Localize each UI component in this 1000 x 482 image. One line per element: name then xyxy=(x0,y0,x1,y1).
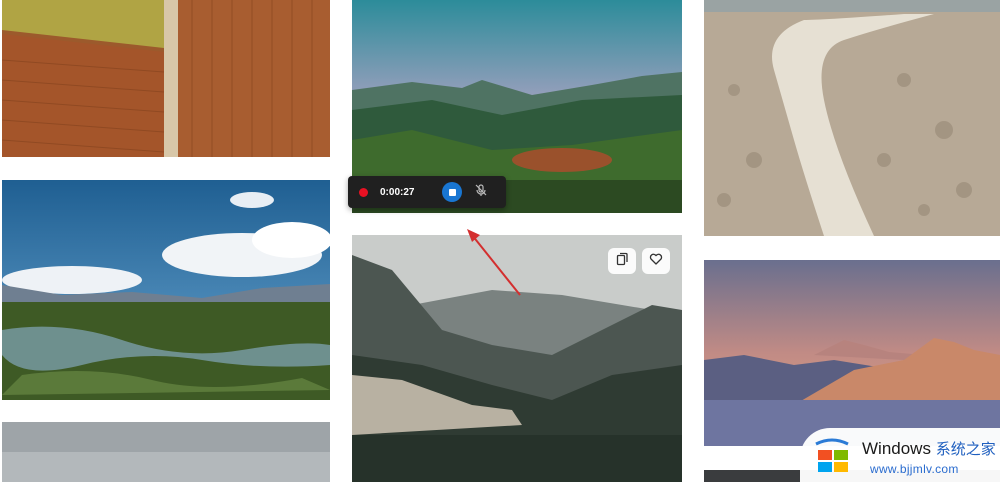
windows-logo-icon xyxy=(812,436,854,481)
watermark-url: www.bjjmlv.com xyxy=(870,462,959,476)
annotation-arrow xyxy=(467,229,521,296)
stop-icon xyxy=(448,188,456,196)
image-farm-fields[interactable] xyxy=(2,0,330,157)
collection-icon xyxy=(615,252,629,271)
watermark-brand-cn: 系统之家 xyxy=(935,441,996,458)
mic-toggle-button[interactable] xyxy=(472,183,490,201)
mic-off-icon xyxy=(474,183,488,202)
recording-indicator-icon xyxy=(359,187,368,197)
screen-recording-toolbar: 0:00:27 xyxy=(348,176,506,208)
image-salt-flat[interactable] xyxy=(704,0,1000,236)
stop-recording-button[interactable] xyxy=(442,182,462,202)
watermark-brand: Windows xyxy=(862,439,931,458)
like-button[interactable] xyxy=(642,248,670,274)
recording-timer: 0:00:27 xyxy=(380,186,415,198)
heart-icon xyxy=(649,252,663,271)
image-grey-sky[interactable] xyxy=(2,422,330,482)
image-mountains-dusk[interactable] xyxy=(704,260,1000,446)
watermark-title: Windows 系统之家 xyxy=(862,438,996,459)
image-wetland[interactable] xyxy=(2,180,330,400)
add-to-collection-button[interactable] xyxy=(608,248,636,274)
